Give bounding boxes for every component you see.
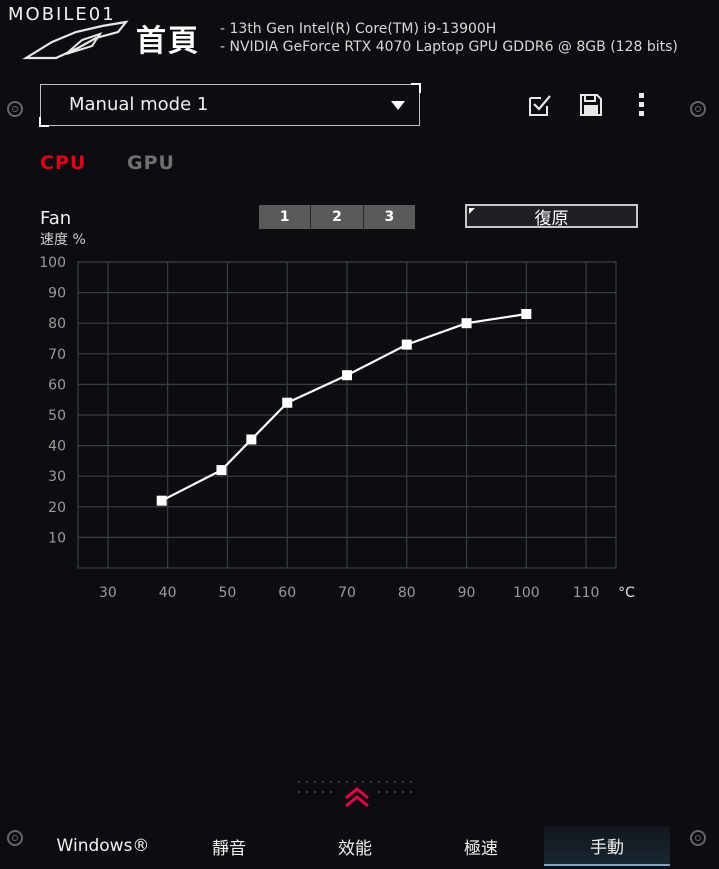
curve-point-handle[interactable] — [246, 434, 257, 445]
bottom-right-ring-icon — [690, 830, 706, 846]
curve-point-handle[interactable] — [216, 465, 227, 476]
tab-cpu[interactable]: CPU — [40, 152, 86, 174]
more-options-icon[interactable] — [630, 92, 654, 118]
left-side-ring-icon — [7, 101, 23, 117]
tab-performance[interactable]: 效能 — [292, 826, 418, 866]
mode-tab-bar: Windows® 靜音 效能 極速 手動 — [40, 826, 672, 866]
x-tick-label: 60 — [278, 585, 296, 601]
save-floppy-icon[interactable] — [578, 92, 604, 118]
x-tick-label: 80 — [398, 585, 416, 601]
curve-point-handle[interactable] — [282, 397, 293, 408]
fan-title: Fan — [40, 208, 72, 229]
x-axis-unit-label: °C — [618, 585, 635, 601]
y-tick-label: 30 — [48, 469, 66, 485]
y-tick-label: 10 — [48, 530, 66, 546]
gpu-spec-text: - NVIDIA GeForce RTX 4070 Laptop GPU GDD… — [220, 39, 678, 55]
apply-checkbox-icon[interactable] — [527, 92, 553, 118]
mode-dropdown[interactable]: Manual mode 1 — [39, 83, 421, 127]
expand-up-chevron-icon[interactable] — [344, 786, 370, 808]
profile-3-button[interactable]: 3 — [363, 205, 415, 229]
curve-point-handle[interactable] — [461, 318, 472, 329]
profile-2-button[interactable]: 2 — [311, 205, 364, 229]
x-tick-label: 30 — [99, 585, 117, 601]
y-tick-label: 40 — [48, 439, 66, 455]
curve-point-handle[interactable] — [401, 339, 412, 350]
fan-speed-unit-label: 速度 % — [40, 232, 86, 248]
restore-button[interactable]: 復原 — [465, 204, 638, 229]
y-tick-label: 20 — [48, 500, 66, 516]
home-title[interactable]: 首頁 — [136, 16, 200, 60]
cpu-spec-text: - 13th Gen Intel(R) Core(TM) i9-13900H — [220, 21, 497, 37]
y-tick-label: 80 — [48, 316, 66, 332]
x-tick-label: 110 — [573, 585, 600, 601]
y-tick-label: 90 — [48, 286, 66, 302]
y-tick-label: 50 — [48, 408, 66, 424]
x-tick-label: 40 — [159, 585, 177, 601]
x-tick-label: 90 — [458, 585, 476, 601]
tab-turbo[interactable]: 極速 — [418, 826, 544, 866]
profile-1-button[interactable]: 1 — [259, 205, 312, 229]
curve-point-handle[interactable] — [342, 370, 352, 381]
x-tick-label: 100 — [513, 585, 540, 601]
restore-button-label: 復原 — [534, 208, 569, 229]
curve-point-handle[interactable] — [156, 495, 167, 506]
y-tick-label: 70 — [48, 347, 66, 363]
fan-curve-line — [161, 312, 527, 502]
tab-gpu[interactable]: GPU — [127, 152, 175, 174]
fan-curve-chart: 10 20 30 40 50 60 70 80 90 100 30 40 50 60 70 80 90 100 11… — [39, 255, 635, 601]
tab-manual[interactable]: 手動 — [544, 826, 670, 866]
tab-windows[interactable]: Windows® — [40, 826, 166, 866]
x-tick-label: 50 — [219, 585, 237, 601]
curve-point-handle[interactable] — [521, 309, 532, 320]
y-tick-label: 60 — [48, 377, 66, 393]
rog-logo-icon — [22, 20, 129, 60]
tab-silent[interactable]: 靜音 — [166, 826, 292, 866]
right-side-ring-icon — [690, 101, 706, 117]
y-tick-label: 100 — [39, 255, 66, 271]
bottom-left-ring-icon — [7, 830, 23, 846]
mode-dropdown-value: Manual mode 1 — [69, 94, 209, 115]
profile-button-group: 1 2 3 — [259, 205, 415, 229]
x-tick-label: 70 — [338, 585, 356, 601]
chevron-down-icon — [391, 101, 405, 110]
